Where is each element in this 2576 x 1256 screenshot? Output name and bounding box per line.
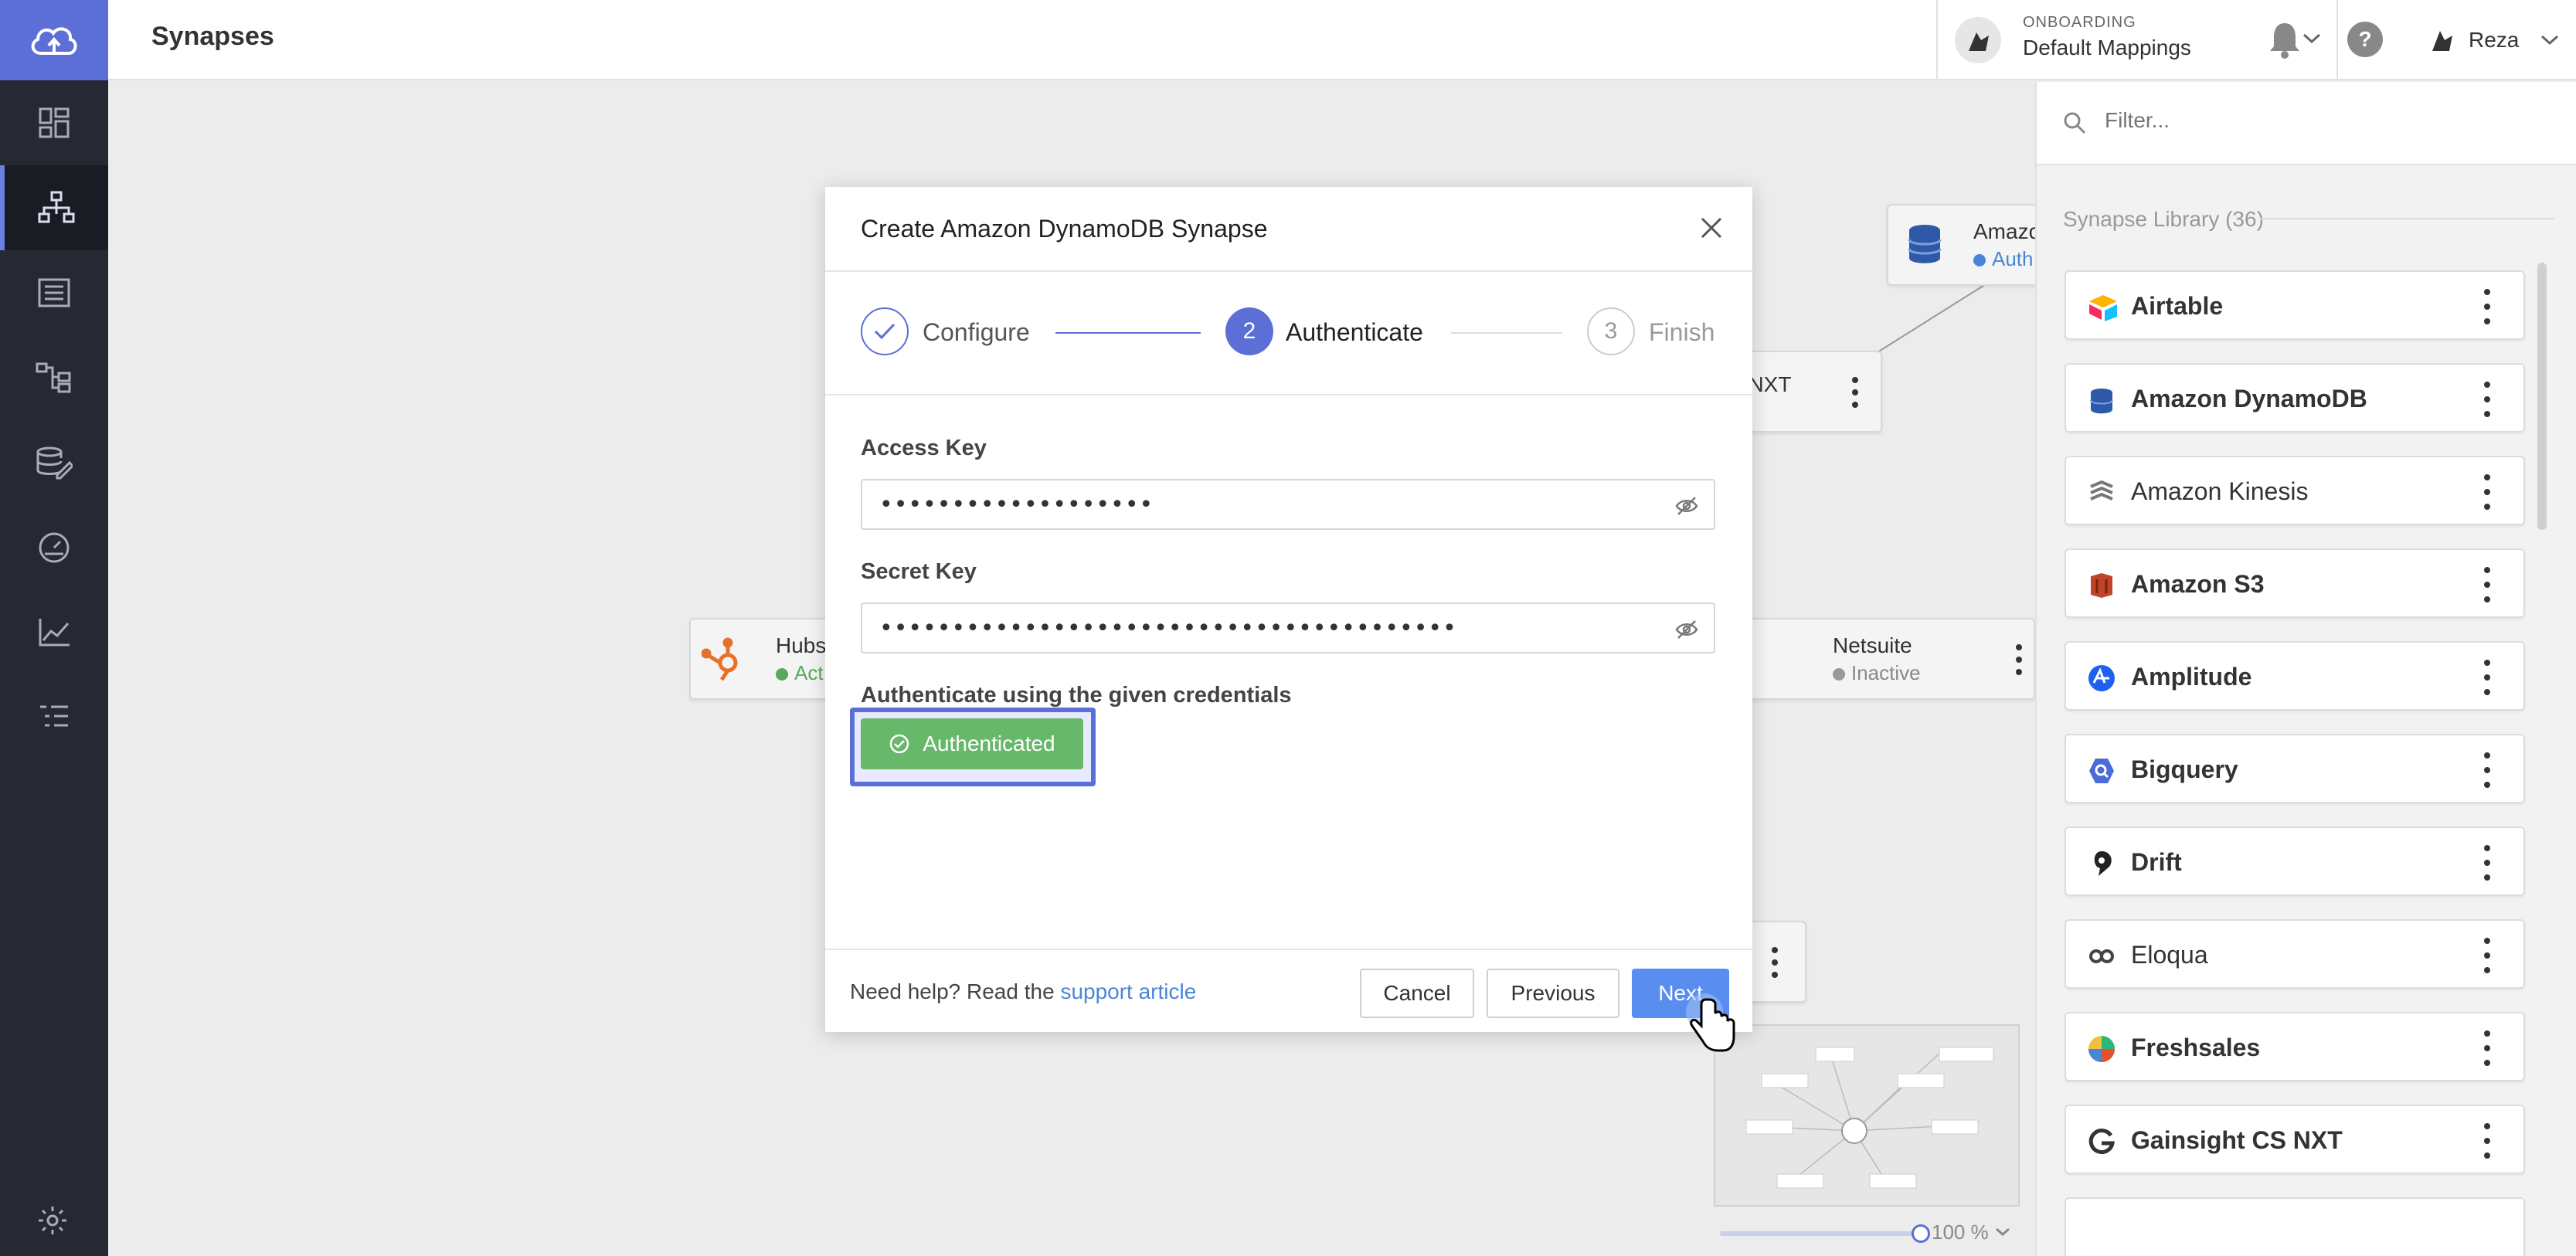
support-article-link[interactable]: support article <box>1060 979 1196 1003</box>
secret-key-label: Secret Key <box>861 559 977 584</box>
cancel-button[interactable]: Cancel <box>1360 969 1474 1018</box>
previous-button[interactable]: Previous <box>1487 969 1619 1018</box>
authenticated-button[interactable]: Authenticated <box>861 718 1083 769</box>
authenticated-button-label: Authenticated <box>923 732 1055 755</box>
step-configure-check-icon <box>861 307 909 355</box>
stepper-divider <box>825 394 1752 395</box>
secret-key-field[interactable]: •••••••••••••••••••••••••••••••••••••••• <box>861 603 1715 653</box>
step-configure-label: Configure <box>923 318 1030 346</box>
authenticate-label: Authenticate using the given credentials <box>861 683 1292 708</box>
step-finish-label: Finish <box>1649 318 1715 346</box>
modal-header-divider <box>825 270 1752 272</box>
secret-key-value: •••••••••••••••••••••••••••••••••••••••• <box>879 615 1457 642</box>
step-finish-number: 3 <box>1587 307 1635 355</box>
step-authenticate-label: Authenticate <box>1286 318 1423 346</box>
modal-title: Create Amazon DynamoDB Synapse <box>861 215 1268 243</box>
step-authenticate-number: 2 <box>1225 307 1273 355</box>
access-key-label: Access Key <box>861 436 987 460</box>
access-key-value: ••••••••••••••••••• <box>879 491 1154 518</box>
close-icon[interactable] <box>1698 215 1726 243</box>
eye-slash-icon[interactable] <box>1675 618 1698 641</box>
authenticated-highlight: Authenticated <box>850 708 1096 786</box>
create-synapse-modal: Create Amazon DynamoDB Synapse Configure… <box>825 187 1752 1032</box>
access-key-field[interactable]: ••••••••••••••••••• <box>861 479 1715 530</box>
eye-slash-icon[interactable] <box>1675 494 1698 518</box>
step-connector <box>1055 332 1201 334</box>
hand-cursor-icon <box>1684 992 1740 1059</box>
step-connector <box>1451 332 1562 334</box>
help-text: Need help? Read the support article <box>850 979 1197 1003</box>
modal-footer-divider <box>825 949 1752 950</box>
check-circle-icon <box>889 733 910 755</box>
